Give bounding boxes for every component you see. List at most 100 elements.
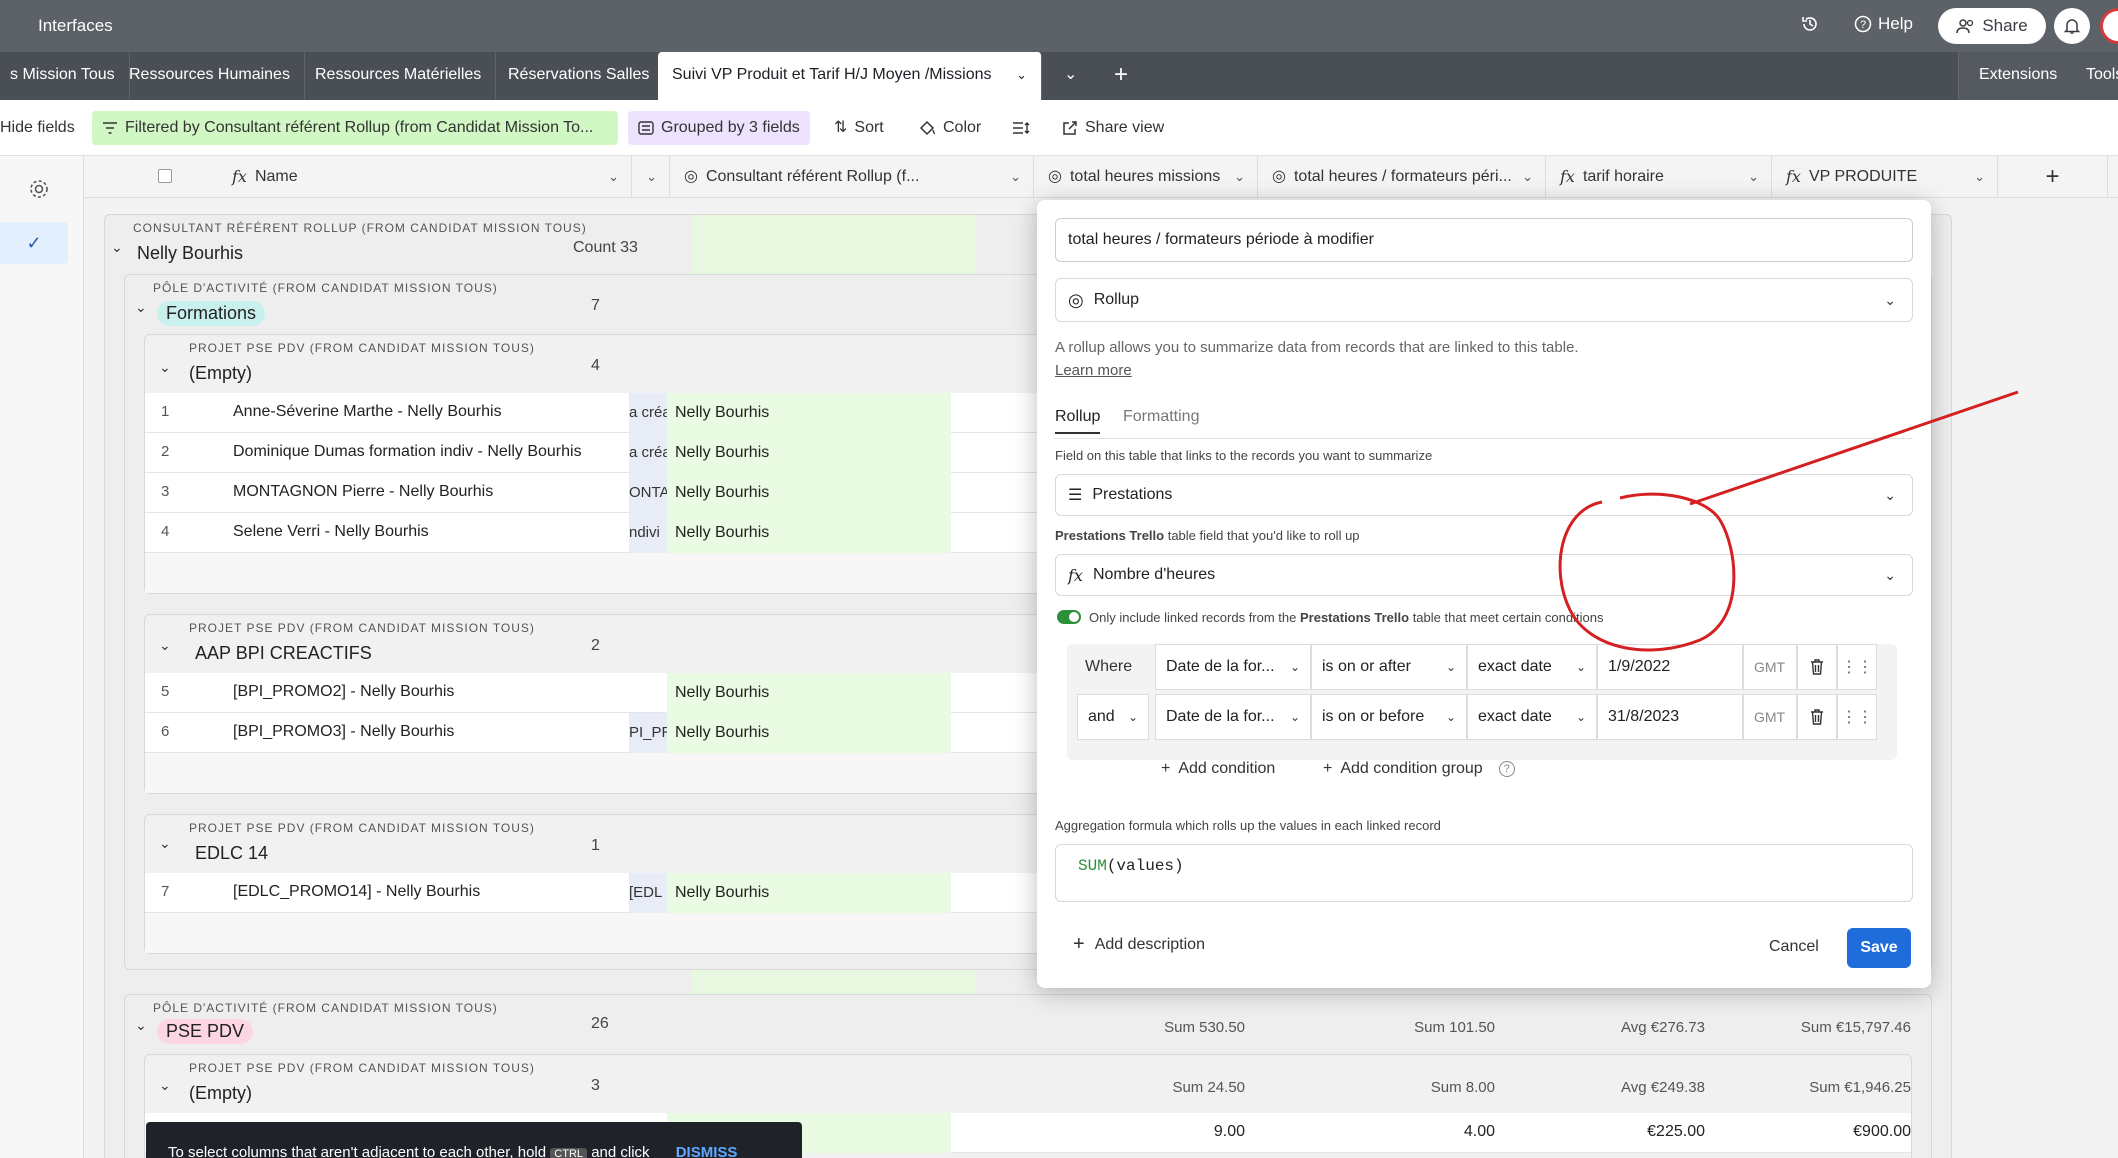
- extensions-button[interactable]: Extensions: [1958, 52, 2078, 100]
- condition-field-select[interactable]: Date de la for... ⌄: [1155, 644, 1311, 690]
- column-header-vp[interactable]: fx VP PRODUITE ⌄: [1772, 156, 1998, 198]
- chevron-down-icon[interactable]: ⌄: [608, 156, 619, 198]
- row-hidden-cell[interactable]: a créa: [629, 393, 667, 433]
- save-button[interactable]: Save: [1847, 928, 1911, 968]
- row-name[interactable]: MONTAGNON Pierre - Nelly Bourhis: [233, 483, 493, 501]
- column-header-name[interactable]: fx Name ⌄: [84, 156, 632, 198]
- gear-icon[interactable]: [28, 178, 50, 200]
- chevron-down-icon[interactable]: ⌄: [135, 1017, 147, 1034]
- row-name[interactable]: [BPI_PROMO3] - Nelly Bourhis: [233, 723, 454, 741]
- summary-formateurs[interactable]: Sum 101.50: [1295, 1019, 1495, 1036]
- row-consultant[interactable]: Nelly Bourhis: [667, 513, 951, 553]
- row-hidden-cell[interactable]: PI_PR: [629, 713, 667, 753]
- tab-rollup[interactable]: Rollup: [1055, 408, 1101, 434]
- help-icon[interactable]: ?: [1498, 761, 1515, 777]
- row-consultant[interactable]: Nelly Bourhis: [667, 673, 951, 713]
- row-hidden-cell[interactable]: ONTA: [629, 473, 667, 513]
- row-hidden-cell[interactable]: ndivi: [629, 513, 667, 553]
- chevron-down-icon[interactable]: ⌄: [646, 156, 657, 198]
- column-header-consultant[interactable]: ◎ Consultant référent Rollup (f... ⌄: [670, 156, 1034, 198]
- chevron-down-icon[interactable]: ⌄: [1010, 156, 1021, 198]
- add-field-icon[interactable]: +: [1998, 156, 2108, 198]
- tab-formatting[interactable]: Formatting: [1123, 408, 1199, 426]
- column-header-hidden[interactable]: ⌄: [632, 156, 670, 198]
- chevron-down-icon[interactable]: ⌄: [159, 637, 171, 654]
- condition-operator-select[interactable]: is on or before ⌄: [1311, 694, 1467, 740]
- tab-mission-tous[interactable]: s Mission Tous: [0, 52, 130, 100]
- chevron-down-icon[interactable]: ⌄: [1748, 156, 1759, 198]
- group-button[interactable]: Grouped by 3 fields: [628, 111, 810, 145]
- share-view-button[interactable]: Share view: [1052, 111, 1174, 145]
- sort-button[interactable]: ⇅ Sort: [824, 111, 894, 145]
- row-name[interactable]: Dominique Dumas formation indiv - Nelly …: [233, 443, 582, 461]
- aggregation-formula-input[interactable]: SUM(values): [1055, 844, 1913, 902]
- column-header-tarif[interactable]: fx tarif horaire ⌄: [1546, 156, 1772, 198]
- select-all-checkbox[interactable]: [158, 169, 172, 183]
- condition-operator-select[interactable]: is on or after ⌄: [1311, 644, 1467, 690]
- cell-tarif[interactable]: €225.00: [1505, 1123, 1705, 1141]
- row-name[interactable]: [BPI_PROMO2] - Nelly Bourhis: [233, 683, 454, 701]
- avatar[interactable]: [2100, 8, 2118, 44]
- row-consultant[interactable]: Nelly Bourhis: [667, 433, 951, 473]
- tab-reservations-salles[interactable]: Réservations Salles: [494, 52, 665, 100]
- cell-vp[interactable]: €900.00: [1711, 1123, 1911, 1141]
- row-consultant[interactable]: Nelly Bourhis: [667, 393, 951, 433]
- filter-button[interactable]: Filtered by Consultant référent Rollup (…: [92, 111, 618, 145]
- tab-suivi-vp[interactable]: Suivi VP Produit et Tarif H/J Moyen /Mis…: [658, 52, 1042, 100]
- row-height-button[interactable]: [1002, 111, 1040, 145]
- field-name-input[interactable]: total heures / formateurs période à modi…: [1055, 218, 1913, 262]
- cell-formateurs[interactable]: 4.00: [1295, 1123, 1495, 1141]
- help-button[interactable]: ? Help: [1854, 14, 1913, 34]
- color-button[interactable]: Color: [908, 111, 991, 145]
- row-consultant[interactable]: Nelly Bourhis: [667, 873, 951, 913]
- add-condition-group-button[interactable]: + Add condition group ?: [1323, 760, 1515, 778]
- chevron-down-icon[interactable]: ⌄: [111, 239, 123, 256]
- app-title[interactable]: Interfaces: [38, 16, 113, 36]
- row-consultant[interactable]: Nelly Bourhis: [667, 473, 951, 513]
- chevron-down-icon[interactable]: ⌄: [159, 1077, 171, 1094]
- row-name[interactable]: [EDLC_PROMO14] - Nelly Bourhis: [233, 883, 480, 901]
- more-tabs-chevron-icon[interactable]: ⌄: [1050, 52, 1090, 100]
- summary-total-heures[interactable]: Sum 24.50: [1045, 1079, 1245, 1096]
- field-type-select[interactable]: ◎ Rollup ⌄: [1055, 278, 1913, 322]
- chevron-down-icon[interactable]: ⌄: [135, 299, 147, 316]
- column-vp-label: VP PRODUITE: [1808, 168, 1918, 185]
- column-header-total-heures[interactable]: ◎ total heures missions ⌄: [1034, 156, 1258, 198]
- add-table-icon[interactable]: +: [1100, 52, 1144, 100]
- row-consultant[interactable]: Nelly Bourhis: [667, 713, 951, 753]
- history-icon[interactable]: [1800, 14, 1820, 34]
- row-name[interactable]: Selene Verri - Nelly Bourhis: [233, 523, 429, 541]
- share-button[interactable]: Share: [1938, 8, 2046, 44]
- hide-fields-button[interactable]: Hide fields: [0, 111, 85, 145]
- condition-conjunction-select[interactable]: and ⌄: [1077, 694, 1149, 740]
- tools-button[interactable]: Tools: [2070, 52, 2118, 100]
- chevron-down-icon[interactable]: ⌄: [159, 359, 171, 376]
- chevron-down-icon[interactable]: ⌄: [1974, 156, 1985, 198]
- chevron-down-icon[interactable]: ⌄: [1016, 52, 1027, 98]
- chevron-down-icon[interactable]: ⌄: [1522, 156, 1533, 198]
- row-hidden-cell[interactable]: a créa: [629, 433, 667, 473]
- chevron-down-icon[interactable]: ⌄: [159, 835, 171, 852]
- row-hidden-cell[interactable]: [EDL: [629, 873, 667, 913]
- chevron-down-icon[interactable]: ⌄: [1234, 156, 1245, 198]
- add-condition-button[interactable]: + Add condition: [1161, 760, 1275, 778]
- conditions-toggle[interactable]: [1057, 610, 1081, 624]
- selected-view-item[interactable]: ✓: [0, 222, 68, 264]
- tab-ressources-humaines[interactable]: Ressources Humaines: [115, 52, 305, 100]
- cell-total-heures[interactable]: 9.00: [1045, 1123, 1245, 1141]
- summary-vp[interactable]: Sum €1,946.25: [1711, 1079, 1911, 1096]
- dismiss-button[interactable]: DISMISS: [676, 1144, 738, 1158]
- summary-tarif[interactable]: Avg €249.38: [1505, 1079, 1705, 1096]
- add-description-button[interactable]: + Add description: [1073, 934, 1205, 954]
- learn-more-link[interactable]: Learn more: [1055, 362, 1132, 379]
- column-header-formateurs[interactable]: ◎ total heures / formateurs péri... ⌄: [1258, 156, 1546, 198]
- summary-vp[interactable]: Sum €15,797.46: [1711, 1019, 1911, 1036]
- notifications-button[interactable]: [2054, 8, 2090, 44]
- cancel-button[interactable]: Cancel: [1769, 938, 1819, 956]
- row-name[interactable]: Anne-Séverine Marthe - Nelly Bourhis: [233, 403, 502, 421]
- summary-total-heures[interactable]: Sum 530.50: [1045, 1019, 1245, 1036]
- summary-tarif[interactable]: Avg €276.73: [1505, 1019, 1705, 1036]
- tab-ressources-materielles[interactable]: Ressources Matérielles: [301, 52, 497, 100]
- condition-field-select[interactable]: Date de la for... ⌄: [1155, 694, 1311, 740]
- summary-formateurs[interactable]: Sum 8.00: [1295, 1079, 1495, 1096]
